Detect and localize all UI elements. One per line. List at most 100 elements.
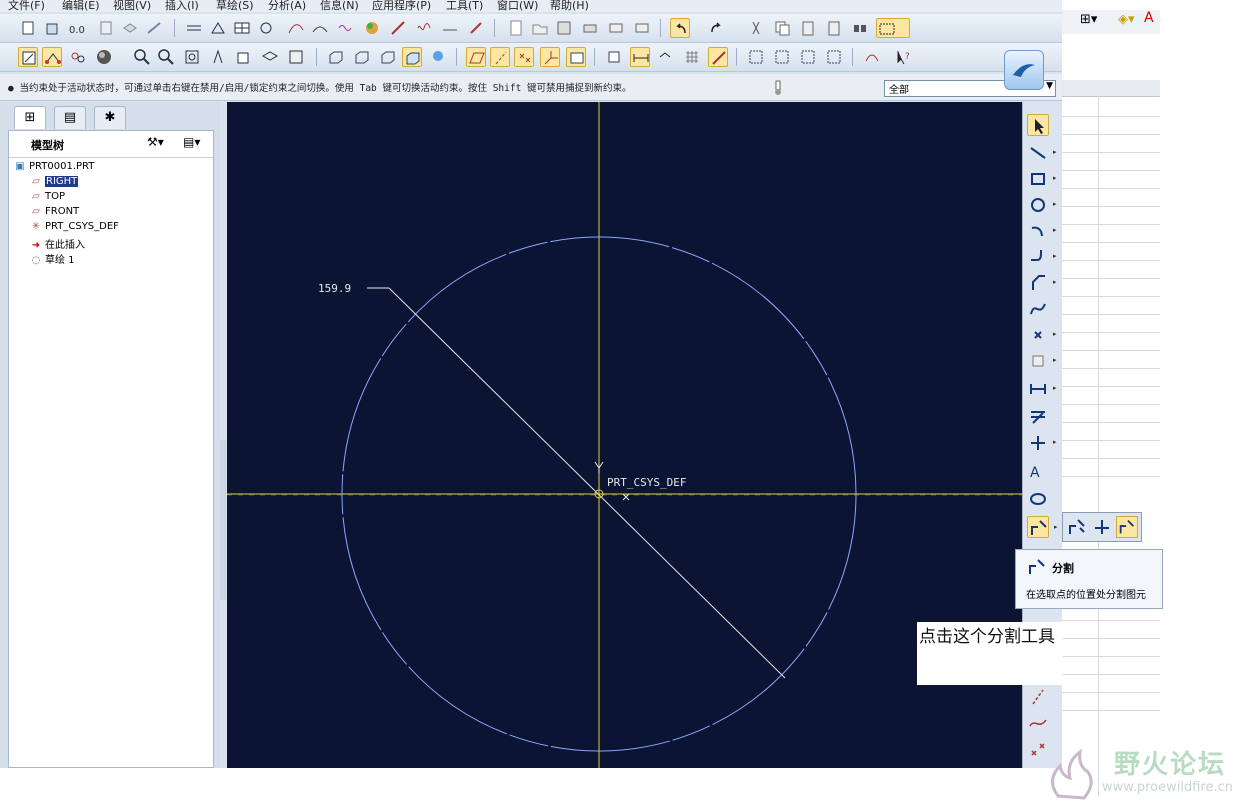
new-feature-icon[interactable]: [18, 18, 38, 38]
print-icon[interactable]: [580, 18, 600, 38]
dynamic-trim-icon[interactable]: [1066, 516, 1088, 538]
select-tool-icon[interactable]: [1027, 114, 1049, 136]
disp-vertices-icon[interactable]: [708, 47, 728, 67]
plane-icon[interactable]: [208, 18, 228, 38]
wave-icon[interactable]: [336, 18, 356, 38]
layer-icon[interactable]: [120, 18, 140, 38]
constraint-tool-icon[interactable]: ▸: [1027, 432, 1057, 454]
menu-view[interactable]: 视图(V): [113, 0, 151, 12]
point-tool-icon[interactable]: ▸: [1027, 324, 1057, 346]
menu-window[interactable]: 窗口(W): [497, 0, 538, 12]
datum-point-display-icon[interactable]: [514, 47, 534, 67]
saved-views-icon[interactable]: [234, 47, 254, 67]
trim-tool-icon[interactable]: ▸: [1027, 516, 1058, 538]
sketch-grid-icon[interactable]: [184, 18, 204, 38]
text-tool-icon[interactable]: A: [1027, 460, 1049, 482]
vertex-display-icon[interactable]: [68, 47, 88, 67]
menu-applications[interactable]: 应用程序(P): [372, 0, 431, 12]
tree-item-right[interactable]: ▱ RIGHT: [29, 176, 79, 187]
context-help-icon[interactable]: ?: [894, 47, 914, 67]
font-color-icon[interactable]: A: [1144, 10, 1154, 26]
disp-dimensions-icon[interactable]: [630, 47, 650, 67]
datum-icon[interactable]: [42, 18, 62, 38]
overlap-geometry-icon[interactable]: [746, 47, 766, 67]
paste-special-icon[interactable]: [824, 18, 844, 38]
sketch-curve-icon[interactable]: [1027, 712, 1049, 734]
tree-item-part[interactable]: ▣ PRT0001.PRT: [13, 161, 94, 172]
corner-trim-icon[interactable]: [1091, 516, 1113, 538]
relation-icon[interactable]: [144, 18, 164, 38]
datum-plane-display-icon[interactable]: [466, 47, 486, 67]
tree-item-csys[interactable]: ✳ PRT_CSYS_DEF: [29, 221, 119, 232]
selection-box-icon[interactable]: [876, 18, 910, 38]
tab-folder-browser[interactable]: ▤: [54, 106, 86, 129]
open-ends-icon[interactable]: [772, 47, 792, 67]
disp-grid-icon[interactable]: [682, 47, 702, 67]
copy-icon[interactable]: [772, 18, 792, 38]
find-icon[interactable]: [850, 18, 870, 38]
modify-tool-icon[interactable]: [1027, 406, 1049, 428]
open-file-icon[interactable]: [530, 18, 550, 38]
ruler-icon[interactable]: [388, 18, 408, 38]
refit-icon[interactable]: [182, 47, 202, 67]
save-icon[interactable]: [554, 18, 574, 38]
surface-icon[interactable]: [310, 18, 330, 38]
feature-tool-icon[interactable]: [862, 47, 882, 67]
shade-closed-icon[interactable]: [798, 47, 818, 67]
tree-item-sketch[interactable]: ◌ 草绘 1: [29, 251, 75, 266]
menu-sketch[interactable]: 草绘(S): [216, 0, 254, 12]
annotation-display-icon[interactable]: [566, 47, 586, 67]
view-manager-icon[interactable]: [286, 47, 306, 67]
menu-tools[interactable]: 工具(T): [446, 0, 483, 12]
shaded-icon[interactable]: [402, 47, 422, 67]
redo-icon[interactable]: [706, 18, 726, 38]
disp-constraints-icon[interactable]: [656, 47, 676, 67]
email-icon[interactable]: [606, 18, 626, 38]
undo-icon[interactable]: [670, 18, 690, 38]
sketch-orient-icon[interactable]: [604, 47, 624, 67]
arc-tool-icon[interactable]: ▸: [1027, 220, 1057, 242]
settings-icon[interactable]: ⚒▾: [147, 135, 164, 149]
spring-icon[interactable]: [414, 18, 434, 38]
csys-display-icon[interactable]: [540, 47, 560, 67]
chamfer-tool-icon[interactable]: ▸: [1027, 272, 1057, 294]
line-tool-icon[interactable]: ▸: [1027, 142, 1057, 164]
send-icon[interactable]: [632, 18, 652, 38]
divide-tool-icon[interactable]: [1116, 516, 1138, 538]
curve-icon[interactable]: [286, 18, 306, 38]
tab-favorites[interactable]: ✱: [94, 106, 126, 129]
color-icon[interactable]: [362, 18, 382, 38]
menu-edit[interactable]: 编辑(E): [62, 0, 100, 12]
menu-insert[interactable]: 插入(I): [165, 0, 199, 12]
centerline-tool-icon[interactable]: [1027, 686, 1049, 708]
palette-tool-icon[interactable]: [1027, 488, 1049, 510]
constraint-display-icon[interactable]: [42, 47, 62, 67]
fill-color-icon[interactable]: ◈▾: [1118, 12, 1135, 27]
pin-icon[interactable]: [466, 18, 486, 38]
tree-item-front[interactable]: ▱ FRONT: [29, 206, 79, 217]
wireframe-icon[interactable]: [326, 47, 346, 67]
tab-model-tree[interactable]: ⊞: [14, 106, 46, 129]
spline-tool-icon[interactable]: [1027, 298, 1049, 320]
graphics-window[interactable]: 159.9 PRT_CSYS_DEF: [227, 102, 1022, 768]
paste-icon[interactable]: [798, 18, 818, 38]
datum-axis-display-icon[interactable]: [490, 47, 510, 67]
fillet-tool-icon[interactable]: ▸: [1027, 246, 1057, 268]
dimension-line[interactable]: [388, 287, 786, 679]
menu-help[interactable]: 帮助(H): [550, 0, 589, 12]
menu-file[interactable]: 文件(F): [8, 0, 45, 12]
circle-tool-icon[interactable]: ▸: [1027, 194, 1057, 216]
reorient-icon[interactable]: [208, 47, 228, 67]
hidden-line-icon[interactable]: [352, 47, 372, 67]
borders-icon[interactable]: ⊞▾: [1080, 12, 1097, 27]
use-edge-tool-icon[interactable]: ▸: [1027, 350, 1057, 372]
sketch-tool-icon[interactable]: [256, 18, 276, 38]
diameter-dimension-label[interactable]: 159.9: [318, 282, 351, 295]
tree-item-insert-here[interactable]: ➜ 在此插入: [29, 236, 85, 251]
new-file-icon[interactable]: [506, 18, 526, 38]
tree-item-top[interactable]: ▱ TOP: [29, 191, 65, 202]
dimension-tool-icon[interactable]: ▸: [1027, 378, 1057, 400]
rectangle-tool-icon[interactable]: ▸: [1027, 168, 1057, 190]
sketch-view-icon[interactable]: [18, 47, 38, 67]
shading-icon[interactable]: [94, 47, 126, 67]
